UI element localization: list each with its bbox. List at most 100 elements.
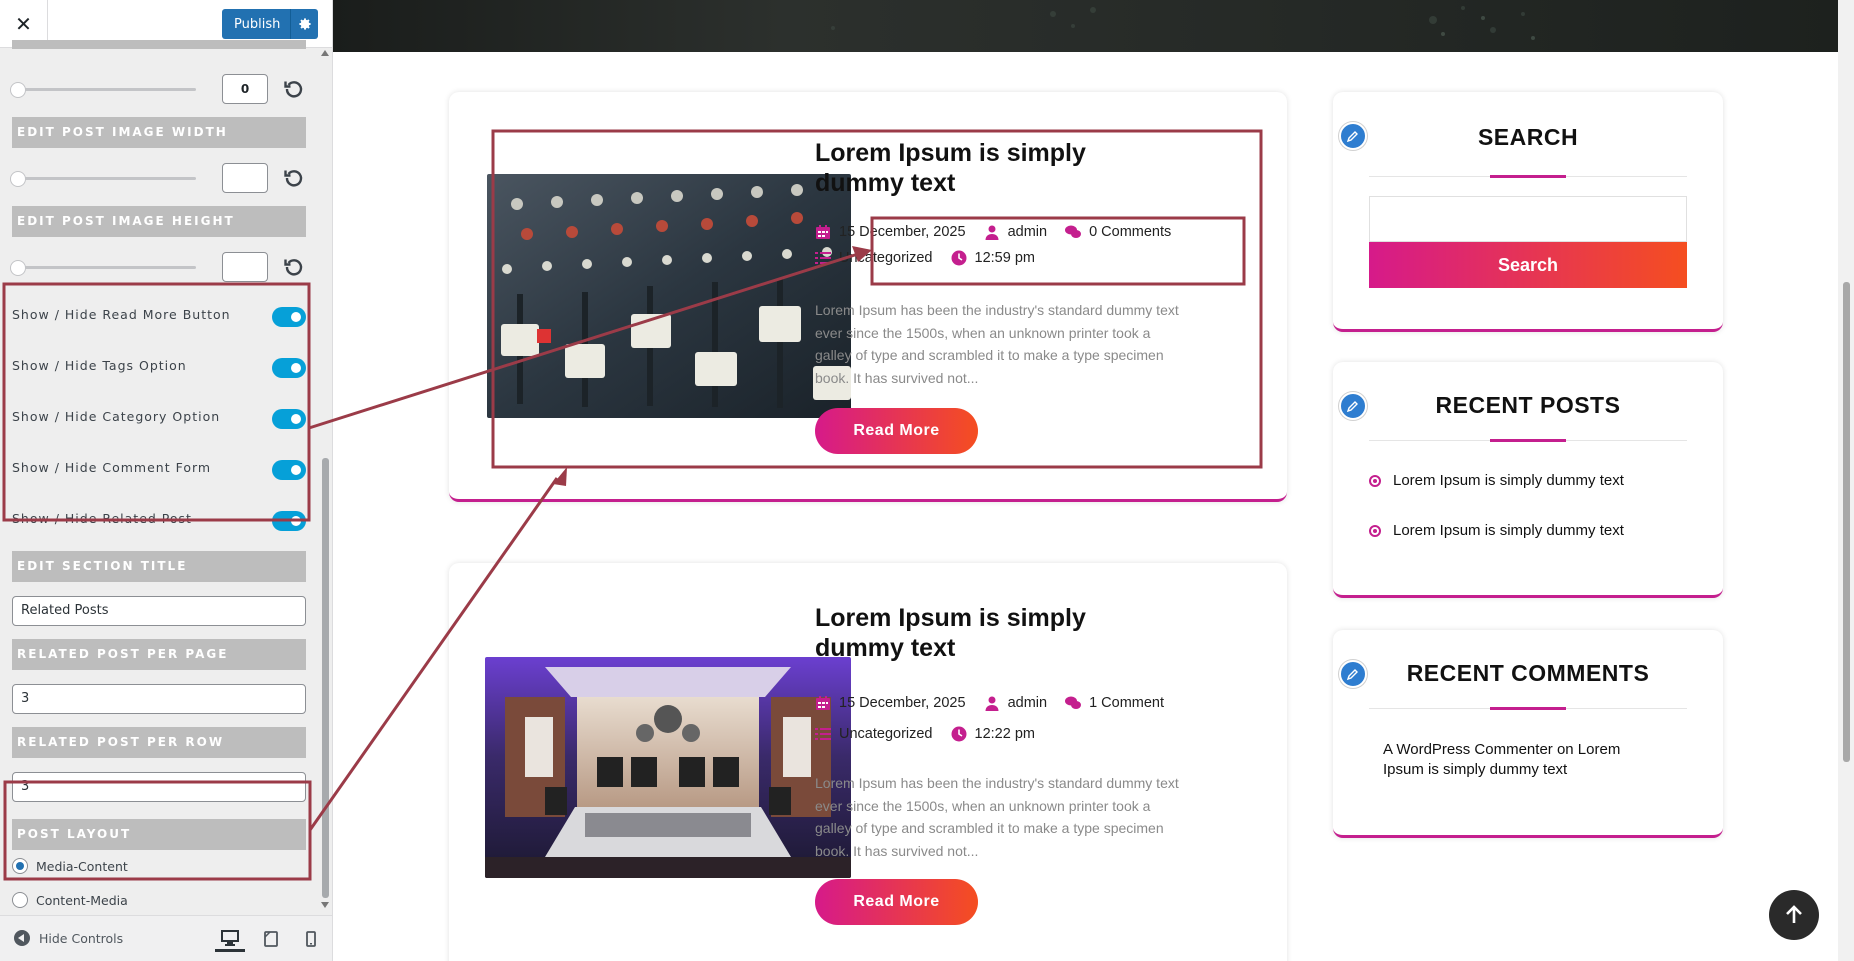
reset-icon[interactable] (282, 166, 306, 190)
list-icon (815, 728, 831, 740)
post-comments[interactable]: 0 Comments (1065, 224, 1171, 240)
widget-title: SEARCH (1477, 124, 1579, 150)
section-title-per-page: RELATED POST PER PAGE (12, 639, 306, 670)
post-author-text: admin (1007, 695, 1048, 711)
bullet-icon (1369, 524, 1381, 537)
section-title-edit-section: EDIT SECTION TITLE (12, 551, 306, 582)
search-input[interactable] (1369, 196, 1687, 242)
radio-button[interactable] (12, 892, 28, 908)
toggle-label: Show / Hide Category Option (12, 409, 221, 424)
section-title-image-height: EDIT POST IMAGE HEIGHT (12, 206, 306, 237)
section-title-per-row: RELATED POST PER ROW (12, 727, 306, 758)
section-title-image-width: EDIT POST IMAGE WIDTH (12, 117, 306, 148)
section-header-partial (12, 40, 306, 49)
radio-content-media[interactable]: Content-Media (12, 890, 128, 910)
read-more-button[interactable]: Read More (815, 408, 978, 454)
toggle-switch[interactable] (272, 358, 306, 378)
desktop-preview-icon[interactable] (215, 926, 245, 952)
post-author-text: admin (1007, 224, 1048, 240)
toggle-comment-form[interactable]: Show / Hide Comment Form (12, 454, 306, 484)
preview-scroll-thumb[interactable] (1843, 282, 1850, 762)
recent-comment-link[interactable]: A WordPress Commenter on Lorem Ipsum is … (1383, 740, 1653, 780)
sidebar-scroll-thumb[interactable] (322, 458, 329, 898)
radio-button[interactable] (12, 858, 28, 874)
customizer-sidebar: ✕ Publish 0 EDIT POST IMAGE WIDTH EDIT P… (0, 0, 333, 961)
post-title[interactable]: Lorem Ipsum is simply dummy text (815, 603, 1175, 663)
reset-icon[interactable] (282, 77, 306, 101)
gear-icon[interactable] (290, 9, 318, 39)
post-comments-text: 0 Comments (1089, 224, 1172, 240)
scroll-up-icon[interactable] (321, 50, 329, 56)
search-button[interactable]: Search (1369, 242, 1687, 288)
post-time: 12:59 pm (951, 250, 1035, 266)
mixer-image (487, 174, 851, 418)
calendar-icon (816, 225, 830, 239)
back-to-top-button[interactable] (1769, 890, 1819, 940)
image-width-input[interactable] (222, 163, 268, 193)
publish-label: Publish (234, 16, 281, 32)
number-input[interactable]: 0 (222, 74, 268, 104)
publish-button[interactable]: Publish (222, 9, 318, 39)
post-meta-row-2: Uncategorized 12:59 pm (815, 250, 1053, 266)
post-comments[interactable]: 1 Comment (1065, 695, 1164, 711)
mobile-preview-icon[interactable] (296, 926, 326, 952)
search-widget: SEARCH Search (1333, 92, 1723, 332)
image-height-slider[interactable] (10, 260, 196, 276)
slider-track[interactable] (10, 82, 196, 98)
read-more-button[interactable]: Read More (815, 879, 978, 925)
hide-controls-button[interactable]: Hide Controls (14, 930, 123, 946)
recent-post-link[interactable]: Lorem Ipsum is simply dummy text (1369, 472, 1624, 489)
section-title-input[interactable]: Related Posts (12, 596, 306, 626)
slider-thumb[interactable] (10, 260, 26, 276)
post-title[interactable]: Lorem Ipsum is simply dummy text (815, 138, 1175, 198)
tablet-preview-icon[interactable] (256, 926, 286, 952)
slider-thumb[interactable] (10, 82, 26, 98)
toggle-read-more[interactable]: Show / Hide Read More Button (12, 301, 306, 331)
radio-label: Content-Media (36, 892, 128, 908)
toggle-switch[interactable] (272, 460, 306, 480)
per-row-input[interactable]: 3 (12, 772, 306, 802)
toggle-switch[interactable] (272, 307, 306, 327)
comments-icon (1065, 696, 1082, 709)
post-date[interactable]: 15 December, 2025 (815, 695, 966, 711)
post-time-text: 12:22 pm (974, 726, 1035, 742)
site-preview: Lorem Ipsum is simply dummy text 15 Dece… (333, 0, 1854, 961)
toggle-category[interactable]: Show / Hide Category Option (12, 403, 306, 433)
toggle-switch[interactable] (272, 409, 306, 429)
post-time: 12:22 pm (951, 726, 1035, 742)
scroll-down-icon[interactable] (321, 902, 329, 908)
preview-scrollbar[interactable] (1838, 0, 1854, 961)
reset-icon[interactable] (282, 255, 306, 279)
radio-media-content[interactable]: Media-Content (12, 856, 128, 876)
radio-label: Media-Content (36, 858, 128, 874)
widget-accent (1490, 439, 1566, 442)
toggle-switch[interactable] (272, 511, 306, 531)
post-comments-text: 1 Comment (1089, 695, 1165, 711)
post-author[interactable]: admin (984, 224, 1048, 240)
post-meta-row-1: 15 December, 2025 admin 0 Comments (815, 224, 1189, 240)
post-category[interactable]: Uncategorized (815, 726, 933, 742)
hide-controls-label: Hide Controls (39, 930, 124, 946)
post-date[interactable]: 15 December, 2025 (815, 224, 966, 240)
image-height-input[interactable] (222, 252, 268, 282)
recent-posts-widget: RECENT POSTS Lorem Ipsum is simply dummy… (1333, 362, 1723, 598)
recent-post-link[interactable]: Lorem Ipsum is simply dummy text (1369, 522, 1624, 539)
slider-thumb[interactable] (10, 171, 26, 187)
post-meta-row-2: Uncategorized 12:22 pm (815, 726, 1053, 742)
image-width-slider[interactable] (10, 171, 196, 187)
toggle-related-post[interactable]: Show / Hide Related Post (12, 505, 306, 535)
toggle-tags[interactable]: Show / Hide Tags Option (12, 352, 306, 382)
bullet-icon (1369, 474, 1381, 487)
post-card: Lorem Ipsum is simply dummy text 15 Dece… (449, 563, 1287, 961)
post-author[interactable]: admin (984, 695, 1048, 711)
list-icon (815, 252, 831, 264)
post-date-text: 15 December, 2025 (839, 224, 966, 240)
per-page-input[interactable]: 3 (12, 684, 306, 714)
toggle-label: Show / Hide Related Post (12, 511, 192, 526)
post-meta-row-1: 15 December, 2025 admin 1 Comment (815, 695, 1182, 711)
sidebar-scrollbar[interactable] (320, 48, 330, 910)
post-category[interactable]: Uncategorized (815, 250, 933, 266)
post-date-text: 15 December, 2025 (839, 695, 966, 711)
comments-icon (1065, 225, 1082, 238)
section-title-post-layout: POST LAYOUT (12, 819, 306, 850)
